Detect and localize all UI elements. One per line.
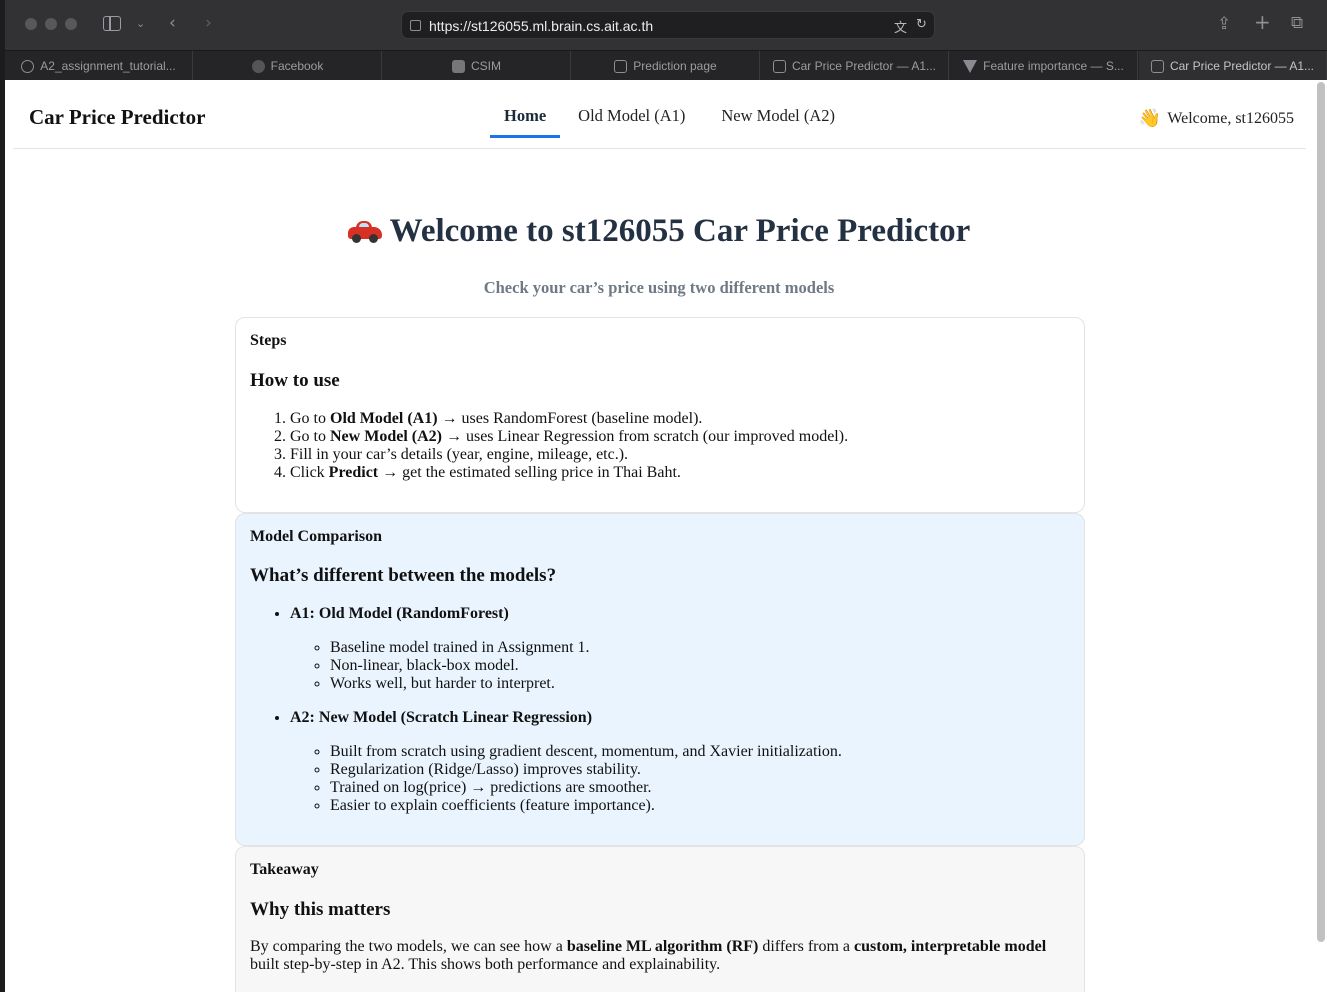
list-item: Works well, but harder to interpret. xyxy=(330,675,842,693)
list-item: Built from scratch using gradient descen… xyxy=(330,743,842,761)
browser-tab[interactable]: Prediction page xyxy=(572,51,760,81)
browser-tab[interactable]: A2_assignment_tutorial... xyxy=(5,51,193,81)
list-item: Easier to explain coefficients (feature … xyxy=(330,797,842,815)
browser-tab-label: A2_assignment_tutorial... xyxy=(40,59,176,73)
nav-tab-old-model[interactable]: Old Model (A1) xyxy=(560,80,703,138)
card-heading: What’s different between the models? xyxy=(250,565,557,586)
nav-tab-new-model[interactable]: New Model (A2) xyxy=(703,80,853,138)
site-brand[interactable]: Car Price Predictor xyxy=(29,105,205,130)
streamlit-icon xyxy=(963,59,978,73)
steps-list: Go to Old Model (A1) → uses RandomForest… xyxy=(290,410,848,482)
web-page: Car Price Predictor Home Old Model (A1) … xyxy=(5,80,1327,992)
list-item: Non-linear, black-box model. xyxy=(330,657,842,675)
browser-toolbar: ⌄ ‹ › https://st126055.ml.brain.cs.ait.a… xyxy=(5,0,1327,50)
site-navbar: Car Price Predictor Home Old Model (A1) … xyxy=(13,80,1306,149)
page-subtitle: Check your car’s price using two differe… xyxy=(483,278,835,297)
page-icon xyxy=(1150,59,1164,73)
browser-tab-label: Car Price Predictor — A1... xyxy=(791,59,937,73)
browser-tab-active[interactable]: Car Price Predictor — A1... xyxy=(1139,51,1327,81)
page-title: Welcome to st126055 Car Price Predictor xyxy=(5,213,1313,250)
browser-tab-label: Feature importance — S... xyxy=(983,59,1124,73)
chevron-down-icon[interactable]: ⌄ xyxy=(136,14,145,34)
list-item: Trained on log(price) → predictions are … xyxy=(330,779,842,797)
list-item: Fill in your car’s details (year, engine… xyxy=(290,446,848,464)
tab-overview-icon[interactable]: ⧉ xyxy=(1291,13,1303,33)
reload-icon[interactable]: ↻ xyxy=(916,17,927,32)
car-icon xyxy=(347,221,382,243)
card-label: Steps xyxy=(250,332,287,349)
nav-tab-home[interactable]: Home xyxy=(490,80,561,138)
models-list: A1: Old Model (RandomForest) Baseline mo… xyxy=(290,605,842,831)
browser-tab-bar: A2_assignment_tutorial... Facebook CSIM … xyxy=(5,50,1327,81)
model-points: Baseline model trained in Assignment 1. … xyxy=(290,639,842,693)
list-item: A2: New Model (Scratch Linear Regression… xyxy=(290,709,842,815)
zoom-window-button[interactable] xyxy=(65,18,77,30)
welcome-text: Welcome, st126055 xyxy=(1167,109,1294,127)
browser-tab[interactable]: CSIM xyxy=(383,51,571,81)
model-points: Built from scratch using gradient descen… xyxy=(290,743,842,815)
close-window-button[interactable] xyxy=(25,18,37,30)
card-heading: How to use xyxy=(250,370,340,391)
minimize-window-button[interactable] xyxy=(45,18,57,30)
facebook-icon xyxy=(251,59,265,73)
browser-tab[interactable]: Car Price Predictor — A1... xyxy=(761,51,949,81)
steps-card: Steps How to use Go to Old Model (A1) → … xyxy=(235,317,1085,513)
csim-icon xyxy=(452,59,465,73)
url-text[interactable]: https://st126055.ml.brain.cs.ait.ac.th xyxy=(429,18,653,34)
browser-tab[interactable]: Feature importance — S... xyxy=(950,51,1138,81)
list-item: Go to Old Model (A1) → uses RandomForest… xyxy=(290,410,848,428)
nav-tabs: Home Old Model (A1) New Model (A2) xyxy=(490,80,853,149)
welcome-user: 👋 Welcome, st126055 xyxy=(1139,108,1294,129)
forward-arrow-icon[interactable]: › xyxy=(205,13,212,33)
browser-tab-label: Prediction page xyxy=(633,59,717,73)
card-label: Takeaway xyxy=(250,861,319,878)
card-label: Model Comparison xyxy=(250,528,382,545)
page-title-text: Welcome to st126055 Car Price Predictor xyxy=(389,213,971,249)
sidebar-toggle-icon[interactable] xyxy=(103,16,121,31)
list-item: A1: Old Model (RandomForest) Baseline mo… xyxy=(290,605,842,693)
new-tab-icon[interactable]: + xyxy=(1254,12,1271,32)
page-icon xyxy=(772,59,786,73)
list-item: Regularization (Ridge/Lasso) improves st… xyxy=(330,761,842,779)
page-icon xyxy=(614,59,628,73)
comparison-card: Model Comparison What’s different betwee… xyxy=(235,513,1085,846)
address-bar[interactable]: https://st126055.ml.brain.cs.ait.ac.th 文… xyxy=(401,11,935,39)
list-item: Baseline model trained in Assignment 1. xyxy=(330,639,842,657)
page-scrollbar[interactable] xyxy=(1317,82,1325,942)
translate-icon[interactable]: 文 xyxy=(894,17,907,36)
browser-tab-label: Car Price Predictor — A1... xyxy=(1169,59,1315,73)
share-icon[interactable]: ⇪ xyxy=(1217,14,1231,34)
browser-tab-label: Facebook xyxy=(270,59,324,73)
google-icon xyxy=(21,59,35,73)
waving-hand-icon: 👋 xyxy=(1138,108,1162,129)
browser-tab[interactable]: Facebook xyxy=(194,51,382,81)
takeaway-card: Takeaway Why this matters By comparing t… xyxy=(235,846,1085,992)
back-arrow-icon[interactable]: ‹ xyxy=(169,13,176,33)
site-favicon-icon xyxy=(410,20,421,31)
browser-tab-label: CSIM xyxy=(471,59,501,73)
model-title: A1: Old Model (RandomForest) xyxy=(290,605,509,622)
list-item: Click Predict → get the estimated sellin… xyxy=(290,464,848,482)
list-item: Go to New Model (A2) → uses Linear Regre… xyxy=(290,428,848,446)
model-title: A2: New Model (Scratch Linear Regression… xyxy=(290,709,593,726)
takeaway-text: By comparing the two models, we can see … xyxy=(250,938,1047,973)
card-heading: Why this matters xyxy=(250,899,391,920)
